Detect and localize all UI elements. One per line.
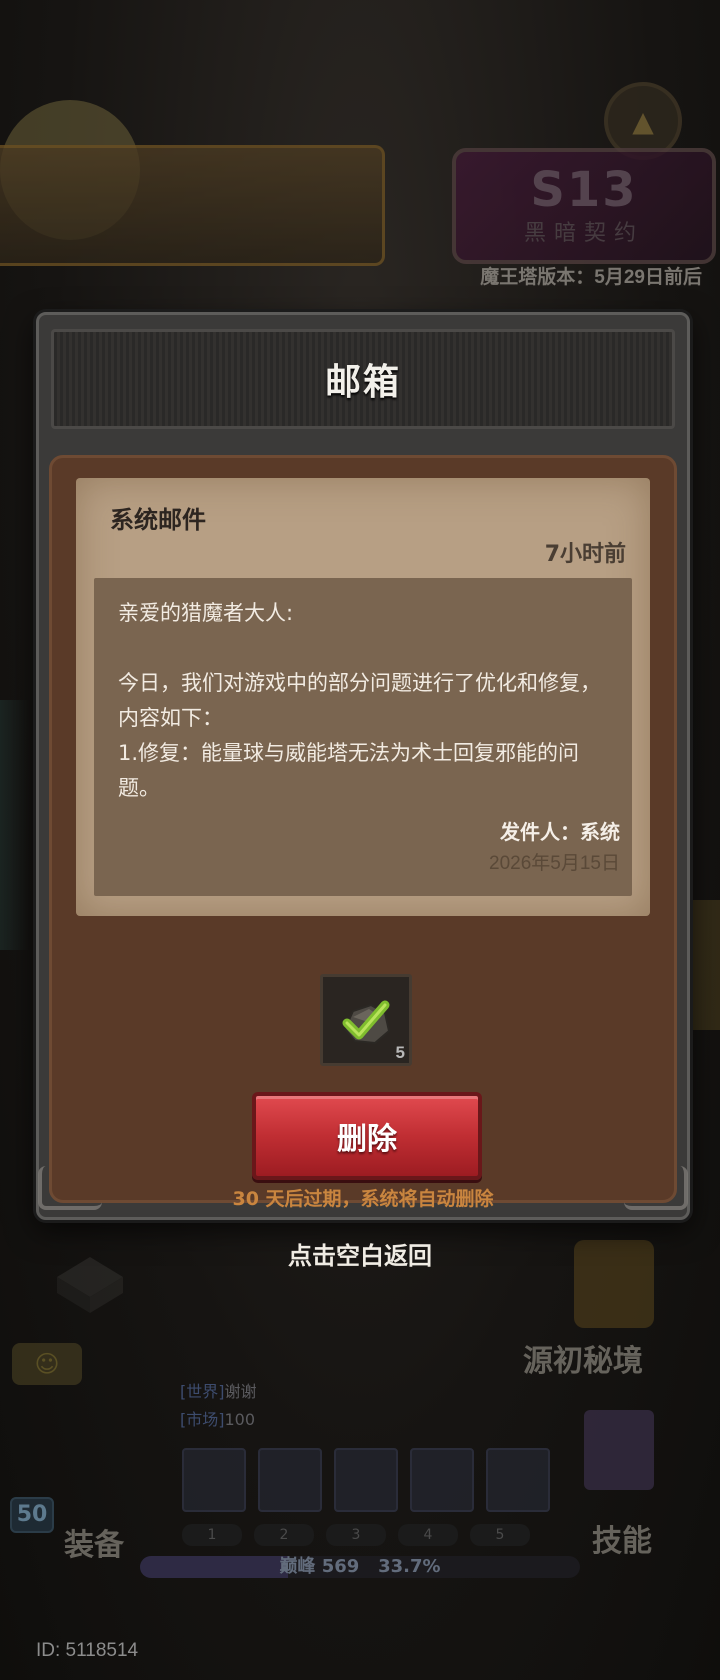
player-id: ID: 5118514: [36, 1640, 139, 1661]
xp-text: 巅峰 569 33.7%: [140, 1556, 580, 1578]
secret-realm-label: 源初秘境: [523, 1344, 643, 1379]
peak-xp-bar: 巅峰 569 33.7%: [140, 1556, 580, 1578]
mail-letter: 系统邮件 7小时前 亲爱的猎魔者大人: 今日，我们对游戏中的部分问题进行了优化和…: [76, 478, 650, 916]
mail-body: 亲爱的猎魔者大人: 今日，我们对游戏中的部分问题进行了优化和修复，内容如下： 1…: [118, 596, 608, 806]
tap-blank-to-return[interactable]: 点击空白返回: [0, 1236, 720, 1271]
level-badge: 50: [10, 1497, 54, 1533]
equip-label: 装备: [64, 1528, 124, 1563]
slot-number-row: 1 2 3 4 5: [182, 1524, 530, 1546]
chat-emoji-icon: ☺: [12, 1343, 82, 1385]
slot-number: 4: [398, 1524, 458, 1546]
mail-content-panel[interactable]: 亲爱的猎魔者大人: 今日，我们对游戏中的部分问题进行了优化和修复，内容如下： 1…: [94, 578, 632, 896]
mail-sender: 发件人：系统: [500, 820, 620, 844]
skill-label: 技能: [592, 1524, 652, 1559]
dialog-title: 邮箱: [324, 362, 401, 403]
mailbox-dialog: 邮箱 系统邮件 7小时前 亲爱的猎魔者大人: 今日，我们对游戏中的部分问题进行了…: [36, 312, 690, 1220]
chat-channel: [市场]: [180, 1410, 225, 1429]
xp-label: 巅峰: [279, 1556, 316, 1577]
hero-banner: [0, 145, 385, 266]
season-card: S13 黑暗契约: [452, 148, 716, 264]
slot-number: 1: [182, 1524, 242, 1546]
chat-message: 谢谢: [224, 1382, 257, 1401]
mail-spacer: [118, 631, 608, 666]
dialog-header: 邮箱: [51, 329, 675, 429]
chat-message: 100: [224, 1410, 256, 1429]
chat-line: [世界]谢谢: [180, 1378, 470, 1406]
tower-version-text: 魔王塔版本：5月29日前后: [480, 267, 702, 288]
chat-channel: [世界]: [180, 1382, 225, 1401]
slot-number: 3: [326, 1524, 386, 1546]
slot-number: 5: [470, 1524, 530, 1546]
mail-paragraph: 今日，我们对游戏中的部分问题进行了优化和修复，内容如下：: [118, 671, 601, 730]
xp-value: 569: [321, 1556, 360, 1577]
delete-button[interactable]: 删除: [252, 1092, 482, 1180]
mail-type: 系统邮件: [110, 506, 206, 534]
mail-date: 2026年5月15日: [489, 853, 620, 874]
skill-book-icon: [584, 1410, 654, 1490]
skill-slot: [258, 1448, 322, 1512]
expire-note: 30 天后过期，系统将自动删除: [232, 1188, 494, 1210]
slot-number: 2: [254, 1524, 314, 1546]
skill-slot: [410, 1448, 474, 1512]
season-number: S13: [530, 162, 638, 218]
side-decoration: [0, 700, 30, 950]
chat-box: [世界]谢谢 [市场]100: [180, 1378, 470, 1448]
attachment-quantity: 5: [395, 1043, 405, 1062]
dialog-body: 系统邮件 7小时前 亲爱的猎魔者大人: 今日，我们对游戏中的部分问题进行了优化和…: [38, 455, 688, 1210]
mail-received-time: 7小时前: [544, 542, 626, 567]
attachment-item[interactable]: 5: [320, 974, 412, 1066]
mail-greeting: 亲爱的猎魔者大人:: [118, 601, 294, 625]
mail-paragraph: 1.修复：能量球与威能塔无法为术士回复邪能的问题。: [118, 741, 580, 800]
xp-percent: 33.7%: [378, 1556, 441, 1577]
delete-button-label: 删除: [337, 1122, 397, 1157]
season-name: 黑暗契约: [523, 221, 644, 246]
skill-slot: [334, 1448, 398, 1512]
skill-slot: [486, 1448, 550, 1512]
chat-line: [市场]100: [180, 1406, 470, 1434]
skill-slot-bar: [182, 1448, 550, 1512]
skill-slot: [182, 1448, 246, 1512]
